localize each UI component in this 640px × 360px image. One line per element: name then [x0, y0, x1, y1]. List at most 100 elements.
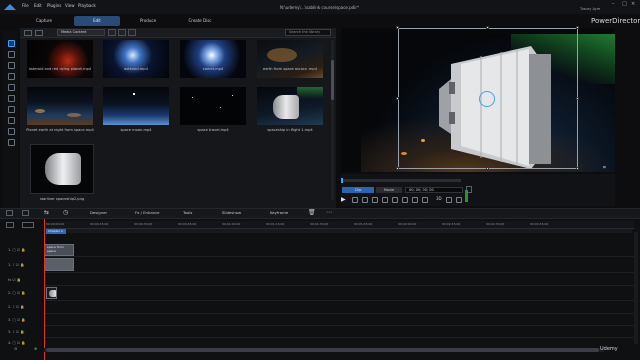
clip-mode-button[interactable]: Clip — [342, 187, 374, 193]
resize-handle[interactable] — [576, 26, 579, 29]
tab-create-disc[interactable]: Create Disc — [180, 16, 220, 26]
preview-quality-icon[interactable] — [422, 197, 428, 203]
fast-forward-icon[interactable] — [382, 197, 388, 203]
track-manager-icon[interactable] — [6, 222, 14, 228]
library-thumb[interactable] — [103, 40, 169, 78]
title-room-icon[interactable] — [8, 84, 15, 91]
maximize-icon[interactable]: □ — [622, 1, 627, 7]
library-thumb[interactable] — [180, 40, 246, 78]
tools-menu[interactable]: Tools — [183, 210, 192, 215]
zoom-out-icon[interactable]: ⊖ — [14, 346, 17, 351]
timeline-view-icon[interactable] — [6, 210, 13, 216]
pip-room-icon[interactable] — [8, 62, 15, 69]
motion-center-icon[interactable] — [479, 91, 495, 107]
library-thumb[interactable] — [27, 40, 93, 78]
voiceover-room-icon[interactable] — [8, 117, 15, 124]
keyframe-button[interactable]: Keyframe — [270, 210, 288, 215]
filter-icon[interactable] — [108, 29, 116, 36]
resize-handle[interactable] — [576, 97, 579, 100]
library-thumb[interactable] — [180, 87, 246, 125]
chapter-marker[interactable]: Chapter 1 — [46, 229, 66, 234]
resize-handle[interactable] — [486, 26, 489, 29]
close-icon[interactable]: × — [631, 1, 635, 7]
tab-produce[interactable]: Produce — [128, 16, 168, 26]
library-scroll-thumb[interactable] — [331, 60, 334, 100]
particle-room-icon[interactable] — [8, 73, 15, 80]
preview-scrubber[interactable] — [341, 179, 461, 182]
undock-preview-icon[interactable] — [456, 197, 462, 203]
audio-mixing-room-icon[interactable] — [8, 106, 15, 113]
resize-handle[interactable] — [396, 26, 399, 29]
loop-icon[interactable] — [412, 197, 418, 203]
user-name[interactable]: Tracey Ayre — [580, 7, 600, 11]
image-clip[interactable] — [46, 287, 57, 299]
track-header-video-4[interactable]: 4. ▢ ☑ 🔒 — [8, 341, 25, 345]
resize-handle[interactable] — [576, 167, 579, 170]
playhead[interactable] — [44, 219, 45, 360]
tab-capture[interactable]: Capture — [26, 16, 62, 26]
transition-room-icon[interactable] — [8, 95, 15, 102]
ruler-label: 00;02;15;00 — [442, 222, 461, 226]
next-frame-icon[interactable] — [372, 197, 378, 203]
zoom-in-icon[interactable]: ⊕ — [34, 346, 37, 351]
track-header-video-3[interactable]: 3. ▢ ☑ 🔒 — [8, 318, 25, 322]
slideshow-button[interactable]: Slideshow — [222, 210, 241, 215]
display-settings-icon[interactable] — [446, 197, 452, 203]
media-content-select[interactable]: Media Content — [57, 29, 105, 36]
subtitle-room-icon[interactable] — [8, 139, 15, 146]
menu-plugins[interactable]: Plugins — [47, 3, 61, 8]
timeline-scroll-thumb[interactable] — [46, 348, 599, 352]
library-thumb[interactable] — [103, 87, 169, 125]
track-header-audio-1[interactable]: 1. ♪ ☑ 🔒 — [8, 263, 24, 267]
library-search-input[interactable]: Search the library — [285, 29, 331, 36]
grid-view-icon[interactable] — [118, 29, 126, 36]
media-room-icon[interactable] — [8, 40, 15, 47]
play-icon[interactable]: ▶ — [341, 196, 346, 203]
library-thumb[interactable] — [27, 87, 93, 125]
track-header-video-2[interactable]: 2. ▢ ☑ 🔒 — [8, 291, 25, 295]
menu-playback[interactable]: Playback — [78, 3, 96, 8]
resize-handle[interactable] — [486, 167, 489, 170]
grid-lines-icon[interactable]: ⌗ — [603, 165, 606, 171]
ruler-label: 00;00;30;00 — [134, 222, 153, 226]
menu-view[interactable]: View — [65, 3, 75, 8]
movie-mode-button[interactable]: Movie — [376, 187, 402, 193]
timecode-field[interactable]: 00; 00; 00; 00 — [405, 187, 463, 193]
split-clip-icon[interactable]: ⇆ — [44, 209, 49, 216]
designer-menu[interactable]: Designer — [90, 210, 107, 215]
library-thumb[interactable] — [30, 144, 94, 194]
more-options-icon[interactable]: ⋯ — [326, 209, 332, 216]
timer-icon[interactable]: ◷ — [63, 209, 68, 216]
effects-room-icon[interactable] — [8, 51, 15, 58]
snapshot-icon[interactable] — [402, 197, 408, 203]
track-header-audio-3[interactable]: 3. ♪ ☑ 🔒 — [8, 330, 24, 334]
3d-mode-button[interactable]: 3D — [436, 196, 442, 201]
stop-icon[interactable] — [352, 197, 358, 203]
library-thumb[interactable] — [257, 87, 323, 125]
library-thumb[interactable] — [257, 40, 323, 78]
delete-icon[interactable]: 🗑 — [308, 209, 316, 216]
minimize-icon[interactable]: – — [612, 1, 615, 7]
tab-edit[interactable]: Edit — [74, 16, 120, 26]
timeline-zoom-icon[interactable] — [22, 222, 34, 228]
download-media-icon[interactable] — [35, 30, 43, 36]
timeline-vertical-scrollbar[interactable] — [634, 232, 638, 344]
menu-file[interactable]: File — [22, 3, 29, 8]
menu-edit[interactable]: Edit — [34, 3, 42, 8]
track-header-video-1[interactable]: 1. ▢ ☑ 🔒 — [8, 248, 25, 252]
scrubber-knob[interactable] — [341, 178, 343, 183]
list-view-icon[interactable] — [128, 29, 136, 36]
audio-clip[interactable] — [44, 258, 74, 271]
resize-handle[interactable] — [396, 167, 399, 170]
volume-icon[interactable] — [392, 197, 398, 203]
chapter-room-icon[interactable] — [8, 128, 15, 135]
import-media-icon[interactable] — [24, 30, 32, 36]
fx-enhance-menu[interactable]: Fx / Enhance — [135, 210, 160, 215]
resize-handle[interactable] — [396, 97, 399, 100]
storyboard-view-icon[interactable] — [22, 210, 29, 216]
previous-frame-icon[interactable] — [362, 197, 368, 203]
video-clip[interactable]: space from space — [44, 244, 74, 256]
track-header-fx[interactable]: fx ☑ 🔒 — [8, 278, 21, 282]
track-divider — [44, 256, 634, 257]
track-header-audio-2[interactable]: 2. ♪ ☑ 🔒 — [8, 305, 24, 309]
